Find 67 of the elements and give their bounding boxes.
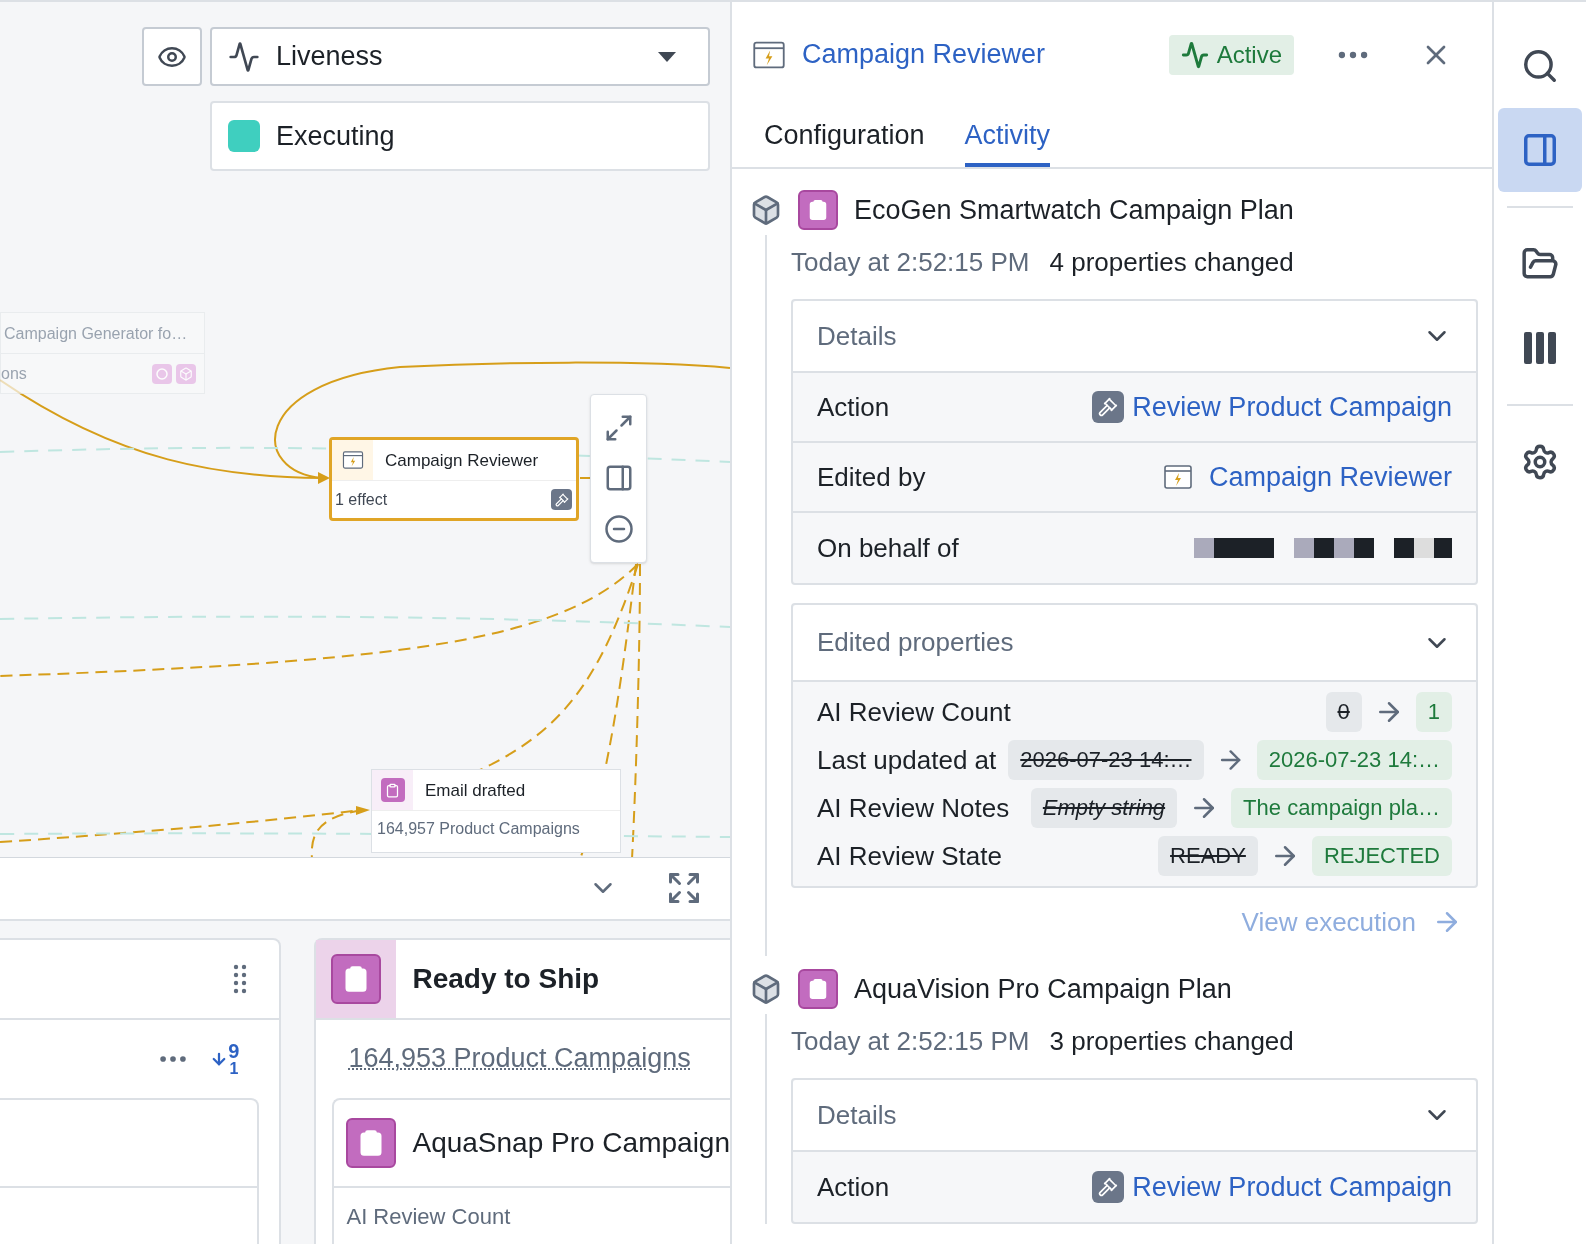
new-value: 2026-07-23 14:… <box>1256 740 1452 780</box>
property-label: AI Review Count <box>345 1202 512 1231</box>
panel-title: Campaign Reviewer <box>802 38 1047 72</box>
row-label: Edited by <box>817 460 926 494</box>
tab[interactable]: Configuration <box>764 114 925 167</box>
row-label: Action <box>817 1170 890 1204</box>
legend-label: Executing <box>276 119 395 153</box>
clipboard-icon <box>380 778 405 802</box>
graph-node[interactable]: Email drafted 164,957 Product Campaigns <box>371 769 621 853</box>
section-title: Edited properties <box>817 626 1014 659</box>
editor-link[interactable]: Campaign Reviewer <box>1208 456 1452 498</box>
clipboard-icon <box>798 969 838 1009</box>
node-title: Campaign Reviewer <box>385 450 539 472</box>
old-value: 0 <box>1325 692 1362 732</box>
cube-icon <box>750 194 782 226</box>
node-subtitle: 164,957 Product Campaigns <box>376 819 581 839</box>
node-subtitle: ons <box>1 364 27 384</box>
clipboard-icon <box>346 1117 397 1168</box>
property-name: AI Review State <box>817 839 1003 873</box>
caret-icon <box>658 51 676 62</box>
gavel-icon <box>1092 1171 1125 1203</box>
old-value: Empty string <box>1030 788 1178 828</box>
object-card[interactable]: AquaSnap Pro Campaign AI Review Count <box>332 1097 730 1244</box>
action-link[interactable]: Review Product Campaign <box>1132 386 1452 428</box>
action-link[interactable]: Review Product Campaign <box>1132 1166 1452 1208</box>
zoom-out-icon[interactable] <box>603 513 634 544</box>
timestamp: Today at 2:52:15 PM <box>791 245 1030 279</box>
new-value: The campaign pla… <box>1231 788 1452 828</box>
function-icon <box>1162 462 1193 492</box>
change-summary: 4 properties changed <box>1049 245 1294 279</box>
status-badge: Active <box>1168 34 1294 75</box>
section-title: Details <box>817 319 897 353</box>
cube-icon <box>750 973 782 1005</box>
node-title: Campaign Generator fo… <box>1 313 204 354</box>
entry-title: EcoGen Smartwatch Campaign Plan <box>854 193 1294 227</box>
row-label: On behalf of <box>817 531 959 565</box>
property-name: AI Review Count <box>817 695 1012 729</box>
property-name: AI Review Notes <box>817 791 1011 825</box>
tab[interactable]: Activity <box>964 114 1051 167</box>
panel-icon[interactable] <box>1498 108 1582 192</box>
pulse-icon <box>228 40 260 73</box>
clipboard-icon <box>331 953 382 1004</box>
row-label: Action <box>817 390 890 424</box>
gavel-icon <box>551 489 572 510</box>
timestamp: Today at 2:52:15 PM <box>791 1024 1030 1058</box>
new-value: 1 <box>1415 692 1452 732</box>
cube-icon <box>176 364 196 384</box>
drag-handle-icon[interactable] <box>233 963 248 994</box>
gavel-icon <box>1092 391 1125 423</box>
new-value: REJECTED <box>1311 836 1452 876</box>
graph-node[interactable]: Campaign Reviewer 1 effect <box>329 437 579 521</box>
change-summary: 3 properties changed <box>1049 1024 1294 1058</box>
old-value: 2026-07-23 14:… <box>1008 740 1204 780</box>
item-title: AquaSnap Pro Campaign <box>412 1125 730 1160</box>
property-name: Last updated at <box>817 743 997 777</box>
liveness-dropdown[interactable]: Liveness <box>210 27 710 86</box>
section-title: Details <box>817 1098 897 1132</box>
node-title: Email drafted <box>425 780 526 802</box>
count-link[interactable]: 164,953 Product Campaigns <box>348 1038 691 1079</box>
function-icon <box>341 449 364 471</box>
clipboard-icon <box>798 190 838 230</box>
column-title: Ready to Ship <box>412 961 600 996</box>
old-value: READY <box>1158 836 1258 876</box>
node-subtitle: 1 effect <box>335 489 388 510</box>
sort-button[interactable]: 9 1 <box>210 1040 240 1077</box>
entry-title: AquaVision Pro Campaign Plan <box>854 972 1232 1006</box>
visibility-button[interactable] <box>142 27 202 86</box>
